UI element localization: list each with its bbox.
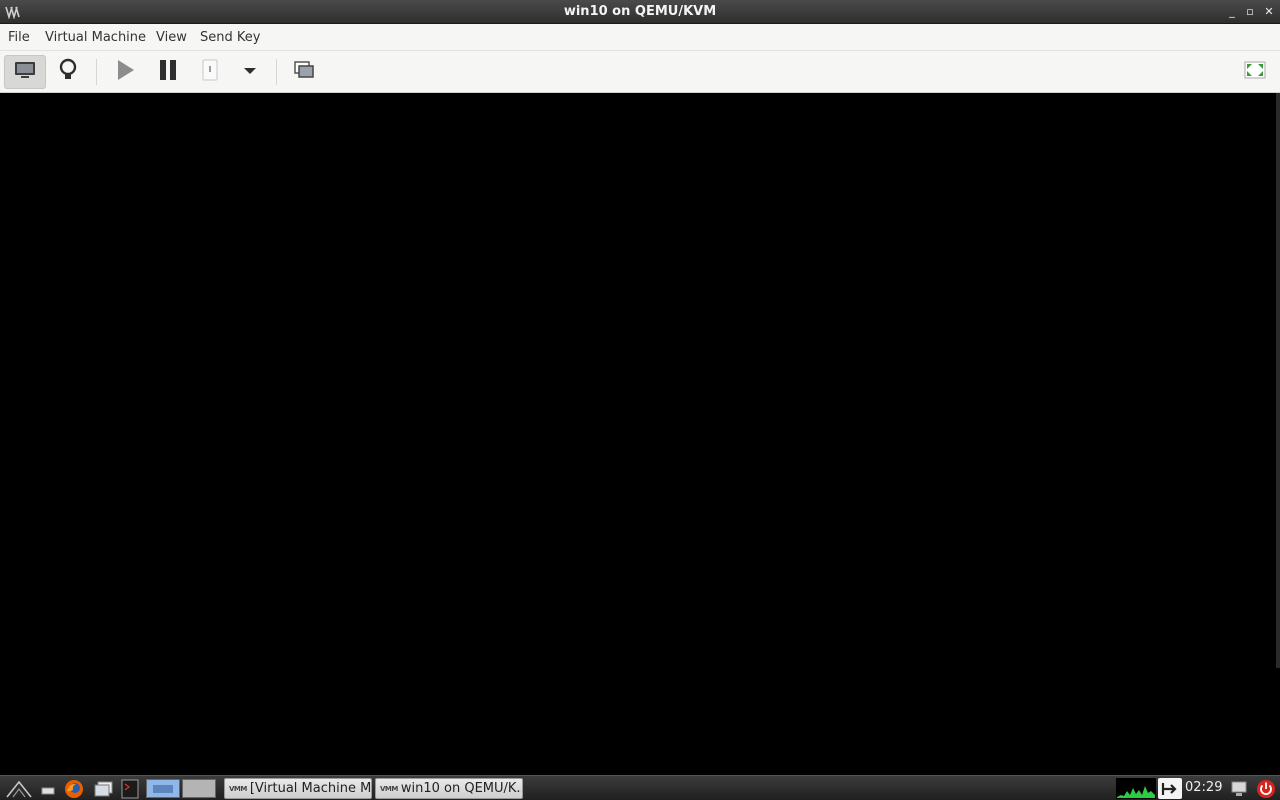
minimize-icon[interactable]: _ xyxy=(1224,4,1240,20)
start-menu-icon[interactable] xyxy=(4,778,34,799)
show-desktop-icon[interactable] xyxy=(38,778,58,799)
menu-file[interactable]: File xyxy=(8,30,30,45)
task-label: win10 on QEMU/K... xyxy=(400,781,523,796)
taskbar-task-virtual-machine-manager[interactable]: VMM [Virtual Machine M... xyxy=(224,778,372,799)
menu-send-key[interactable]: Send Key xyxy=(200,30,260,45)
show-console-button[interactable] xyxy=(4,55,46,89)
play-icon xyxy=(114,58,136,86)
window-title: win10 on QEMU/KVM xyxy=(563,4,717,19)
file-manager-icon[interactable] xyxy=(92,778,116,799)
menu-view[interactable]: View xyxy=(156,30,187,45)
display-settings-icon[interactable] xyxy=(1228,778,1250,799)
monitor-icon xyxy=(13,60,37,84)
dropdown-arrow-icon xyxy=(243,65,257,80)
show-details-button[interactable] xyxy=(47,55,89,89)
taskbar-task-win10-console[interactable]: VMM win10 on QEMU/K... xyxy=(375,778,523,799)
toolbar-separator xyxy=(276,59,277,85)
toolbar-separator xyxy=(96,59,97,85)
power-switch-icon xyxy=(200,58,220,86)
console-scrollbar[interactable] xyxy=(1276,93,1280,668)
close-icon[interactable]: ✕ xyxy=(1261,4,1277,20)
task-label: [Virtual Machine M... xyxy=(249,781,372,796)
shutdown-button[interactable] xyxy=(189,55,231,89)
power-icon[interactable] xyxy=(1254,778,1278,799)
snapshots-icon xyxy=(292,59,316,85)
virt-manager-icon: VMM xyxy=(229,784,247,793)
terminal-icon[interactable] xyxy=(119,778,141,799)
pause-icon xyxy=(157,58,179,86)
menu-bar: File Virtual Machine View Send Key xyxy=(0,24,1280,51)
firefox-icon[interactable] xyxy=(62,778,86,799)
snapshots-button[interactable] xyxy=(283,55,325,89)
fullscreen-button[interactable] xyxy=(1234,55,1276,89)
lightbulb-icon xyxy=(57,57,79,87)
desktop-pager-2[interactable] xyxy=(182,779,216,798)
network-monitor-graph xyxy=(1116,778,1156,799)
taskbar: VMM [Virtual Machine M... VMM win10 on Q… xyxy=(0,775,1280,800)
run-button[interactable] xyxy=(104,55,146,89)
desktop-pager-1[interactable] xyxy=(146,779,180,798)
logout-icon[interactable] xyxy=(1158,778,1182,799)
fullscreen-icon xyxy=(1243,61,1267,83)
clock[interactable]: 02:29 xyxy=(1185,780,1222,795)
menu-virtual-machine[interactable]: Virtual Machine xyxy=(45,30,146,45)
pause-button[interactable] xyxy=(147,55,189,89)
window-titlebar[interactable]: win10 on QEMU/KVM _ ▫ ✕ xyxy=(0,0,1280,24)
shutdown-menu-button[interactable] xyxy=(229,55,271,89)
maximize-icon[interactable]: ▫ xyxy=(1242,4,1258,20)
virt-manager-icon: VMM xyxy=(380,784,398,793)
toolbar xyxy=(0,51,1280,93)
vm-console-display[interactable] xyxy=(0,93,1280,775)
